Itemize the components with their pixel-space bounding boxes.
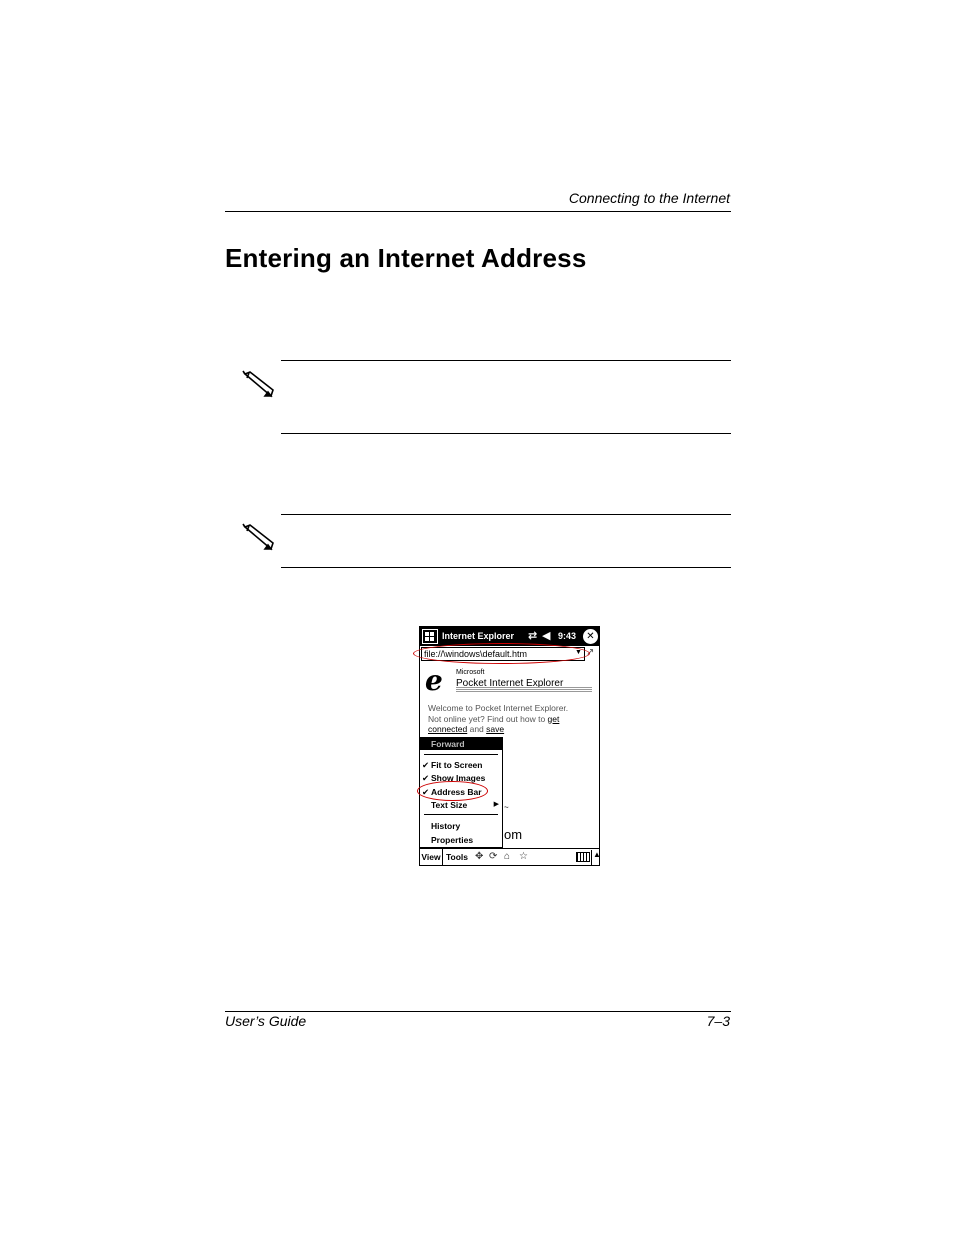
note-top-rule bbox=[281, 360, 731, 361]
menu-item-label: Fit to Screen bbox=[431, 760, 483, 770]
keyboard-icon[interactable] bbox=[576, 852, 590, 862]
menu-item-label: History bbox=[431, 821, 461, 831]
menu-item-label: Forward bbox=[431, 739, 465, 749]
welcome-text-middle: and bbox=[467, 724, 487, 734]
speaker-icon[interactable]: ◀ bbox=[542, 629, 550, 642]
page-number: 7–3 bbox=[706, 1013, 730, 1029]
welcome-text: Welcome to Pocket Internet Explorer. Not… bbox=[428, 703, 578, 735]
logo-stripes bbox=[456, 687, 592, 693]
note-top-rule bbox=[281, 514, 731, 515]
input-panel-arrow-icon[interactable]: ▲ bbox=[591, 850, 599, 865]
menu-divider bbox=[424, 814, 498, 815]
menu-item-fit-to-screen[interactable]: ✔ Fit to Screen bbox=[420, 759, 502, 771]
menu-item-properties[interactable]: Properties bbox=[420, 834, 502, 846]
note-bottom-rule bbox=[281, 567, 731, 568]
ie-logo-icon: e bbox=[425, 664, 443, 697]
section-title: Entering an Internet Address bbox=[225, 243, 587, 273]
view-menu-button[interactable]: View bbox=[420, 849, 443, 865]
save-link[interactable]: save bbox=[486, 724, 504, 734]
windows-flag-icon[interactable] bbox=[422, 629, 438, 644]
menu-item-label: Properties bbox=[431, 835, 474, 845]
menu-item-label: Text Size bbox=[431, 800, 468, 810]
favorites-star-icon[interactable]: ☆ bbox=[519, 849, 528, 865]
app-title: Internet Explorer bbox=[442, 631, 515, 641]
command-bar: View Tools ✥ ⟳ ⌂ ☆ ▲ bbox=[420, 848, 599, 865]
submenu-arrow-icon: ▶ bbox=[493, 801, 499, 808]
refresh-icon[interactable]: ⟳ bbox=[489, 849, 497, 865]
pencil-note-icon bbox=[241, 523, 277, 553]
menu-item-text-size[interactable]: Text Size ▶ bbox=[420, 799, 502, 811]
pencil-note-icon bbox=[241, 370, 277, 400]
check-icon: ✔ bbox=[422, 773, 430, 783]
footer-rule bbox=[225, 1011, 731, 1012]
running-header: Connecting to the Internet bbox=[568, 190, 730, 206]
home-icon[interactable]: ⌂ bbox=[504, 849, 510, 865]
note-bottom-rule bbox=[281, 433, 731, 434]
logo-brand: Microsoft bbox=[456, 669, 485, 676]
check-icon: ✔ bbox=[422, 760, 430, 770]
background-glyph: ~ bbox=[504, 803, 509, 812]
close-icon[interactable]: ✕ bbox=[583, 629, 598, 644]
clock[interactable]: 9:43 bbox=[558, 631, 576, 641]
menu-item-history[interactable]: History bbox=[420, 820, 502, 832]
menu-item-forward[interactable]: Forward bbox=[420, 738, 502, 750]
address-bar-callout bbox=[413, 643, 590, 664]
back-arrow-icon[interactable]: ✥ bbox=[475, 849, 483, 865]
header-rule bbox=[225, 211, 731, 212]
address-bar-menu-callout bbox=[417, 781, 488, 801]
menu-divider bbox=[424, 754, 498, 755]
footer-guide-title: User’s Guide bbox=[225, 1013, 307, 1029]
background-text: om bbox=[504, 827, 523, 842]
tools-menu-button[interactable]: Tools bbox=[444, 849, 470, 865]
connectivity-icon[interactable]: ⇄ bbox=[528, 629, 537, 642]
